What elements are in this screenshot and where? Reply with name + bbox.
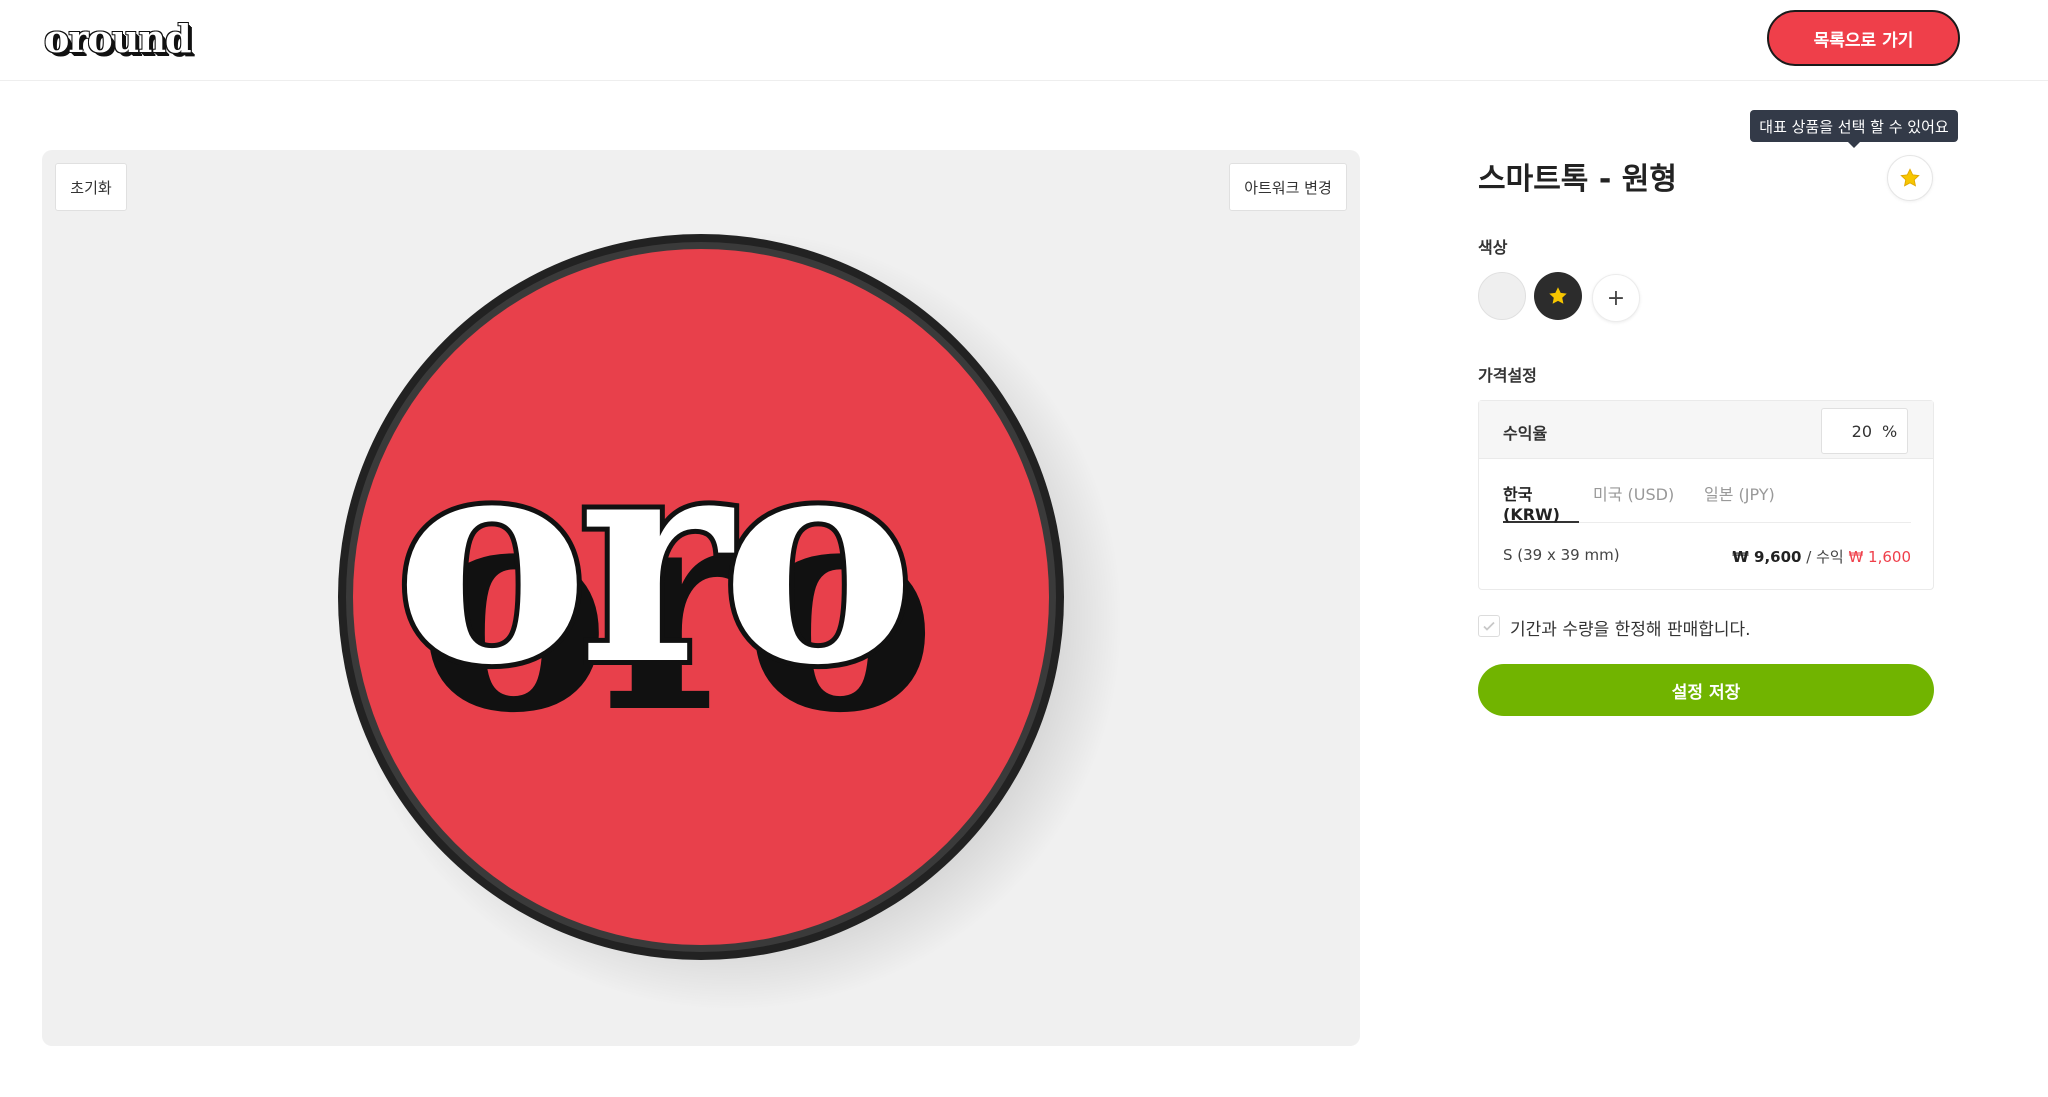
- tab-krw[interactable]: 한국 (KRW): [1503, 481, 1579, 524]
- color-swatch-black[interactable]: [1534, 272, 1582, 320]
- check-icon: [1483, 621, 1495, 631]
- size-label: S (39 x 39 mm): [1503, 546, 1620, 564]
- price-settings-box: 수익율 % 한국 (KRW) 미국 (USD) 일본 (JPY) S (39 x…: [1478, 400, 1934, 590]
- add-color-button[interactable]: +: [1592, 274, 1640, 322]
- price-settings-label: 가격설정: [1478, 366, 1537, 385]
- product-title: 스마트톡 - 원형: [1478, 162, 1677, 197]
- margin-label: 수익율: [1503, 424, 1548, 443]
- header: oround 목록으로 가기: [0, 0, 2048, 81]
- margin-row: 수익율 %: [1479, 401, 1933, 459]
- product-preview-canvas: oro oro 초기화 아트워크 변경: [42, 150, 1360, 1046]
- margin-input-wrapper[interactable]: %: [1821, 408, 1908, 454]
- change-artwork-button[interactable]: 아트워크 변경: [1229, 163, 1347, 211]
- logo[interactable]: oround: [44, 16, 192, 61]
- back-to-list-button[interactable]: 목록으로 가기: [1767, 10, 1960, 66]
- price-value: ₩ 9,600: [1732, 548, 1802, 566]
- currency-tabs: 한국 (KRW) 미국 (USD) 일본 (JPY): [1503, 481, 1911, 524]
- price-line: ₩ 9,600 / 수익 ₩ 1,600: [1732, 546, 1911, 567]
- limited-sale-label[interactable]: 기간과 수량을 한정해 판매합니다.: [1510, 615, 1751, 640]
- tab-usd[interactable]: 미국 (USD): [1593, 481, 1674, 523]
- representative-toggle-button[interactable]: [1887, 155, 1933, 201]
- tab-jpy[interactable]: 일본 (JPY): [1704, 481, 1775, 523]
- artwork-logo: oro oro: [390, 384, 939, 777]
- reset-button[interactable]: 초기화: [55, 163, 127, 211]
- profit-separator: / 수익: [1801, 548, 1849, 566]
- plus-icon: +: [1606, 285, 1626, 311]
- profit-value: ₩ 1,600: [1848, 548, 1911, 566]
- margin-rate-input[interactable]: [1828, 417, 1872, 445]
- margin-unit: %: [1882, 422, 1898, 441]
- star-icon: [1900, 168, 1920, 187]
- artwork-text: oro: [395, 389, 907, 729]
- save-settings-button[interactable]: 설정 저장: [1478, 664, 1934, 716]
- star-icon: [1549, 287, 1567, 304]
- color-label: 색상: [1478, 238, 1508, 257]
- limited-sale-checkbox[interactable]: [1478, 615, 1500, 637]
- smarttok-preview: oro oro: [338, 230, 1122, 1010]
- representative-tooltip: 대표 상품을 선택 할 수 있어요: [1750, 110, 1958, 148]
- color-swatch-white[interactable]: [1478, 272, 1526, 320]
